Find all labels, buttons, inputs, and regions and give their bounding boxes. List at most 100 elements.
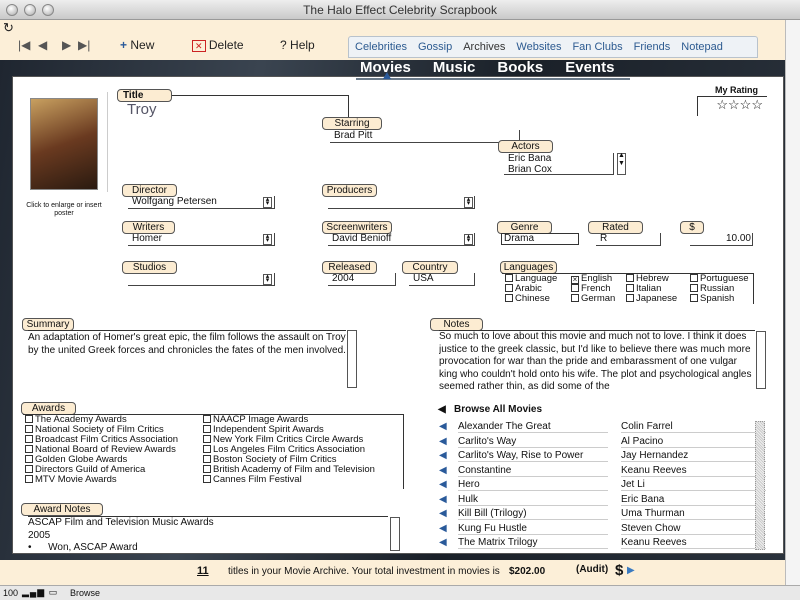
award-checkbox[interactable]: MTV Movie Awards	[25, 475, 203, 485]
first-record-icon[interactable]: |◀	[18, 38, 30, 52]
browse-row[interactable]: ◀ Kill Bill (Trilogy) Uma Thurman	[434, 508, 766, 522]
award-notes-scrollbar[interactable]	[390, 517, 400, 551]
director-field[interactable]: Wolfgang Petersen	[128, 196, 275, 209]
tab-archives[interactable]: Archives	[463, 41, 505, 53]
movie-title[interactable]: Kung Fu Hustle	[458, 523, 608, 535]
browse-row[interactable]: ◀ Alexander The Great Colin Farrel	[434, 421, 766, 435]
studios-field[interactable]	[128, 273, 275, 286]
dollar-icon[interactable]: $	[615, 562, 623, 579]
actors-scroll[interactable]: ▲ ▼	[617, 152, 626, 175]
checkbox-icon	[505, 274, 513, 282]
prev-record-icon[interactable]: ◀	[38, 38, 47, 52]
starring-field[interactable]: Brad Pitt	[330, 130, 520, 143]
screenwriters-stepper-icon[interactable]: ▴ ▾	[464, 233, 473, 245]
tab-celebrities[interactable]: Celebrities	[355, 41, 407, 53]
window-scrollbar[interactable]	[785, 20, 800, 585]
checkbox-icon	[203, 455, 211, 463]
go-to-record-icon[interactable]: ◀	[439, 479, 447, 490]
language-checkbox[interactable]: Japanese	[626, 294, 690, 304]
mode-indicator[interactable]: Browse	[70, 588, 100, 598]
help-button[interactable]: ? Help	[280, 38, 315, 52]
tab-fan-clubs[interactable]: Fan Clubs	[572, 41, 622, 53]
award-notes-field[interactable]: ASCAP Film and Television Music Awards 2…	[28, 516, 388, 554]
go-to-record-icon[interactable]: ◀	[439, 421, 447, 432]
movie-title[interactable]: The Matrix Trilogy	[458, 537, 608, 549]
movie-title[interactable]: Constantine	[458, 465, 608, 477]
active-indicator-icon	[383, 72, 391, 79]
notes-field[interactable]: So much to love about this movie and muc…	[439, 330, 755, 390]
movie-title[interactable]: Carlito's Way, Rise to Power	[458, 450, 608, 462]
writers-stepper-icon[interactable]: ▴ ▾	[263, 233, 272, 245]
subnav-events[interactable]: Events	[565, 59, 614, 76]
movie-title[interactable]: Kill Bill (Trilogy)	[458, 508, 608, 520]
zoom-controls-icon[interactable]: ▂▄▆ ▭	[22, 587, 58, 598]
producers-field[interactable]	[328, 196, 475, 209]
browse-row[interactable]: ◀ Carlito's Way, Rise to Power Jay Hernand…	[434, 450, 766, 464]
browse-row[interactable]: ◀ Hero Jet Li	[434, 479, 766, 493]
title-count[interactable]: 11	[197, 565, 209, 577]
minimize-button[interactable]	[24, 4, 36, 16]
movie-actor: Eric Bana	[621, 494, 766, 506]
delete-button[interactable]: ✕ Delete	[192, 38, 244, 52]
language-checkbox[interactable]: German	[571, 294, 626, 304]
genre-field[interactable]: Drama	[501, 233, 579, 245]
summary-field[interactable]: An adaptation of Homer's great epic, the…	[28, 330, 346, 390]
language-checkbox[interactable]: Spanish	[690, 294, 753, 304]
movie-title[interactable]: Carlito's Way	[458, 436, 608, 448]
award-checkbox[interactable]: Cannes Film Festival	[203, 475, 403, 485]
browse-row[interactable]: ◀ Constantine Keanu Reeves	[434, 465, 766, 479]
browse-row[interactable]: ◀ Hulk Eric Bana	[434, 494, 766, 508]
tab-websites[interactable]: Websites	[516, 41, 561, 53]
director-stepper-icon[interactable]: ▴ ▾	[263, 196, 272, 208]
go-to-record-icon[interactable]: ◀	[439, 537, 447, 548]
award-note-line: 2005	[28, 529, 51, 541]
rated-field[interactable]: R	[596, 233, 661, 246]
tab-friends[interactable]: Friends	[634, 41, 671, 53]
checkbox-icon	[25, 465, 33, 473]
subnav-music[interactable]: Music	[433, 59, 476, 76]
browse-scrollbar[interactable]	[755, 421, 765, 550]
zoom-button[interactable]	[42, 4, 54, 16]
go-to-record-icon[interactable]: ◀	[439, 465, 447, 476]
language-checkbox[interactable]: Chinese	[505, 294, 571, 304]
producers-stepper-icon[interactable]: ▴ ▾	[464, 196, 473, 208]
new-button[interactable]: + New	[120, 38, 154, 52]
price-field[interactable]: 10.00	[690, 233, 753, 246]
title-field[interactable]: Troy	[127, 101, 156, 118]
tab-notepad[interactable]: Notepad	[681, 41, 723, 53]
summary-scrollbar[interactable]	[347, 330, 357, 388]
refresh-icon[interactable]: ↻	[3, 20, 14, 36]
go-to-record-icon[interactable]: ◀	[439, 436, 447, 447]
studios-stepper-icon[interactable]: ▴ ▾	[263, 273, 272, 285]
tab-gossip[interactable]: Gossip	[418, 41, 452, 53]
browse-header[interactable]: ◀ Browse All Movies	[438, 404, 542, 415]
country-field[interactable]: USA	[409, 273, 475, 286]
zoom-level[interactable]: 100	[3, 588, 18, 598]
last-record-icon[interactable]: ▶|	[78, 38, 90, 52]
movie-title[interactable]: Alexander The Great	[458, 421, 608, 433]
close-button[interactable]	[6, 4, 18, 16]
go-to-record-icon[interactable]: ◀	[439, 450, 447, 461]
browse-row[interactable]: ◀ Kung Fu Hustle Steven Chow	[434, 523, 766, 537]
bottom-bar: 100 ▂▄▆ ▭ Browse	[0, 585, 800, 600]
actor-item: Brian Cox	[508, 164, 552, 175]
go-to-record-icon[interactable]: ◀	[439, 508, 447, 519]
screenwriters-field[interactable]: David Benioff	[328, 233, 475, 246]
released-field[interactable]: 2004	[328, 273, 396, 286]
go-to-record-icon[interactable]: ◀	[439, 523, 447, 534]
browse-row[interactable]: ◀ Carlito's Way Al Pacino	[434, 436, 766, 450]
play-arrow-icon[interactable]: ▶	[627, 565, 635, 576]
checkbox-icon	[690, 274, 698, 282]
audit-link[interactable]: (Audit)	[576, 564, 608, 575]
actors-field[interactable]: Eric Bana Brian Cox	[504, 153, 614, 175]
movie-title[interactable]: Hulk	[458, 494, 608, 506]
subnav-books[interactable]: Books	[497, 59, 543, 76]
movie-poster[interactable]	[30, 98, 98, 190]
go-to-record-icon[interactable]: ◀	[439, 494, 447, 505]
writers-field[interactable]: Homer	[128, 233, 275, 246]
browse-row[interactable]: ◀ The Matrix Trilogy Keanu Reeves	[434, 537, 766, 551]
rating-stars[interactable]: ☆☆☆☆	[697, 96, 767, 116]
movie-title[interactable]: Hero	[458, 479, 608, 491]
notes-scrollbar[interactable]	[756, 331, 766, 389]
next-record-icon[interactable]: ▶	[62, 38, 71, 52]
